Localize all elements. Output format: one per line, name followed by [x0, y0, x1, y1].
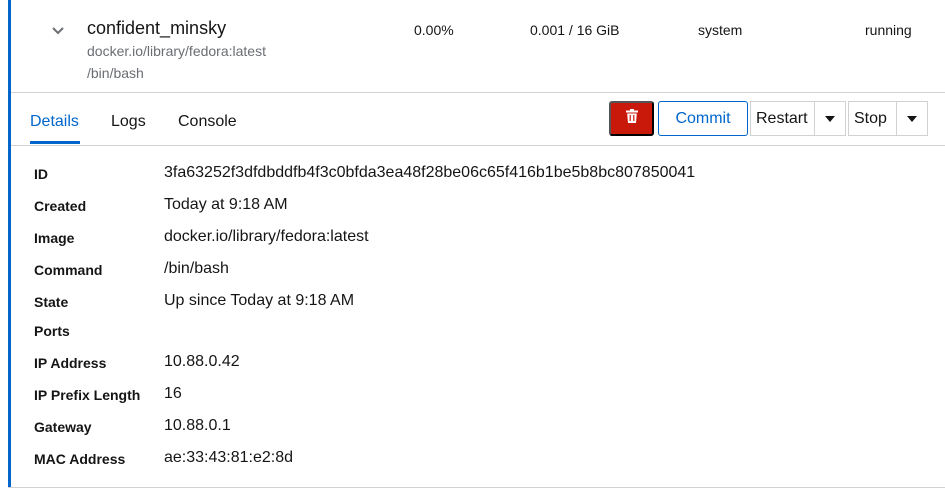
cpu-usage: 0.00%: [414, 22, 454, 38]
detail-image: Image docker.io/library/fedora:latest: [34, 224, 834, 250]
detail-value: Today at 9:18 AM: [164, 196, 288, 213]
detail-label: IP Prefix Length: [34, 387, 141, 403]
detail-label: ID: [34, 166, 48, 182]
detail-ip-prefix-length: IP Prefix Length 16: [34, 381, 834, 407]
restart-split-button: Restart: [750, 101, 846, 136]
detail-label: MAC Address: [34, 451, 126, 467]
commit-button[interactable]: Commit: [658, 101, 748, 136]
detail-value: Up since Today at 9:18 AM: [164, 292, 355, 309]
caret-down-icon: [907, 115, 917, 122]
container-owner: system: [698, 22, 743, 38]
delete-button[interactable]: [609, 101, 654, 136]
detail-label: Gateway: [34, 419, 92, 435]
container-name[interactable]: confident_minsky: [87, 18, 226, 39]
detail-label: IP Address: [34, 355, 107, 371]
tab-details[interactable]: Details: [30, 100, 80, 144]
detail-id: ID 3fa63252f3dfdbddfb4f3c0bfda3ea48f28be…: [34, 160, 834, 186]
container-image: docker.io/library/fedora:latest: [87, 43, 266, 59]
chevron-down-icon[interactable]: [49, 22, 67, 40]
container-command: /bin/bash: [87, 65, 144, 81]
stop-options-toggle[interactable]: [896, 102, 927, 135]
detail-label: State: [34, 294, 69, 310]
detail-value: 10.88.0.1: [164, 417, 231, 434]
detail-label: Ports: [34, 323, 70, 339]
detail-value: /bin/bash: [164, 260, 229, 277]
detail-command: Command /bin/bash: [34, 256, 834, 282]
tab-divider: [11, 145, 945, 146]
detail-ports: Ports: [34, 317, 834, 343]
container-state: running: [865, 22, 912, 38]
row-bottom-border: [8, 487, 945, 488]
memory-usage: 0.001 / 16 GiB: [530, 22, 620, 38]
stop-button[interactable]: Stop: [849, 102, 899, 135]
stop-split-button: Stop: [848, 101, 928, 136]
trash-icon: [625, 109, 638, 128]
detail-ip-address: IP Address 10.88.0.42: [34, 349, 834, 375]
detail-value: docker.io/library/fedora:latest: [164, 228, 369, 245]
tab-console[interactable]: Console: [178, 100, 237, 144]
restart-options-toggle[interactable]: [814, 102, 845, 135]
detail-gateway: Gateway 10.88.0.1: [34, 413, 834, 439]
detail-mac-address: MAC Address ae:33:43:81:e2:8d: [34, 445, 834, 471]
detail-created: Created Today at 9:18 AM: [34, 192, 834, 218]
detail-value: 10.88.0.42: [164, 353, 240, 370]
tab-logs[interactable]: Logs: [111, 100, 146, 144]
detail-state: State Up since Today at 9:18 AM: [34, 288, 834, 314]
container-row[interactable]: confident_minsky docker.io/library/fedor…: [11, 0, 945, 93]
caret-down-icon: [825, 115, 835, 122]
detail-label: Image: [34, 230, 75, 246]
detail-label: Command: [34, 262, 103, 278]
detail-value: 3fa63252f3dfdbddfb4f3c0bfda3ea48f28be06c…: [164, 164, 696, 181]
restart-button[interactable]: Restart: [751, 102, 816, 135]
detail-label: Created: [34, 198, 87, 214]
detail-value: ae:33:43:81:e2:8d: [164, 449, 294, 466]
detail-value: 16: [164, 385, 182, 402]
